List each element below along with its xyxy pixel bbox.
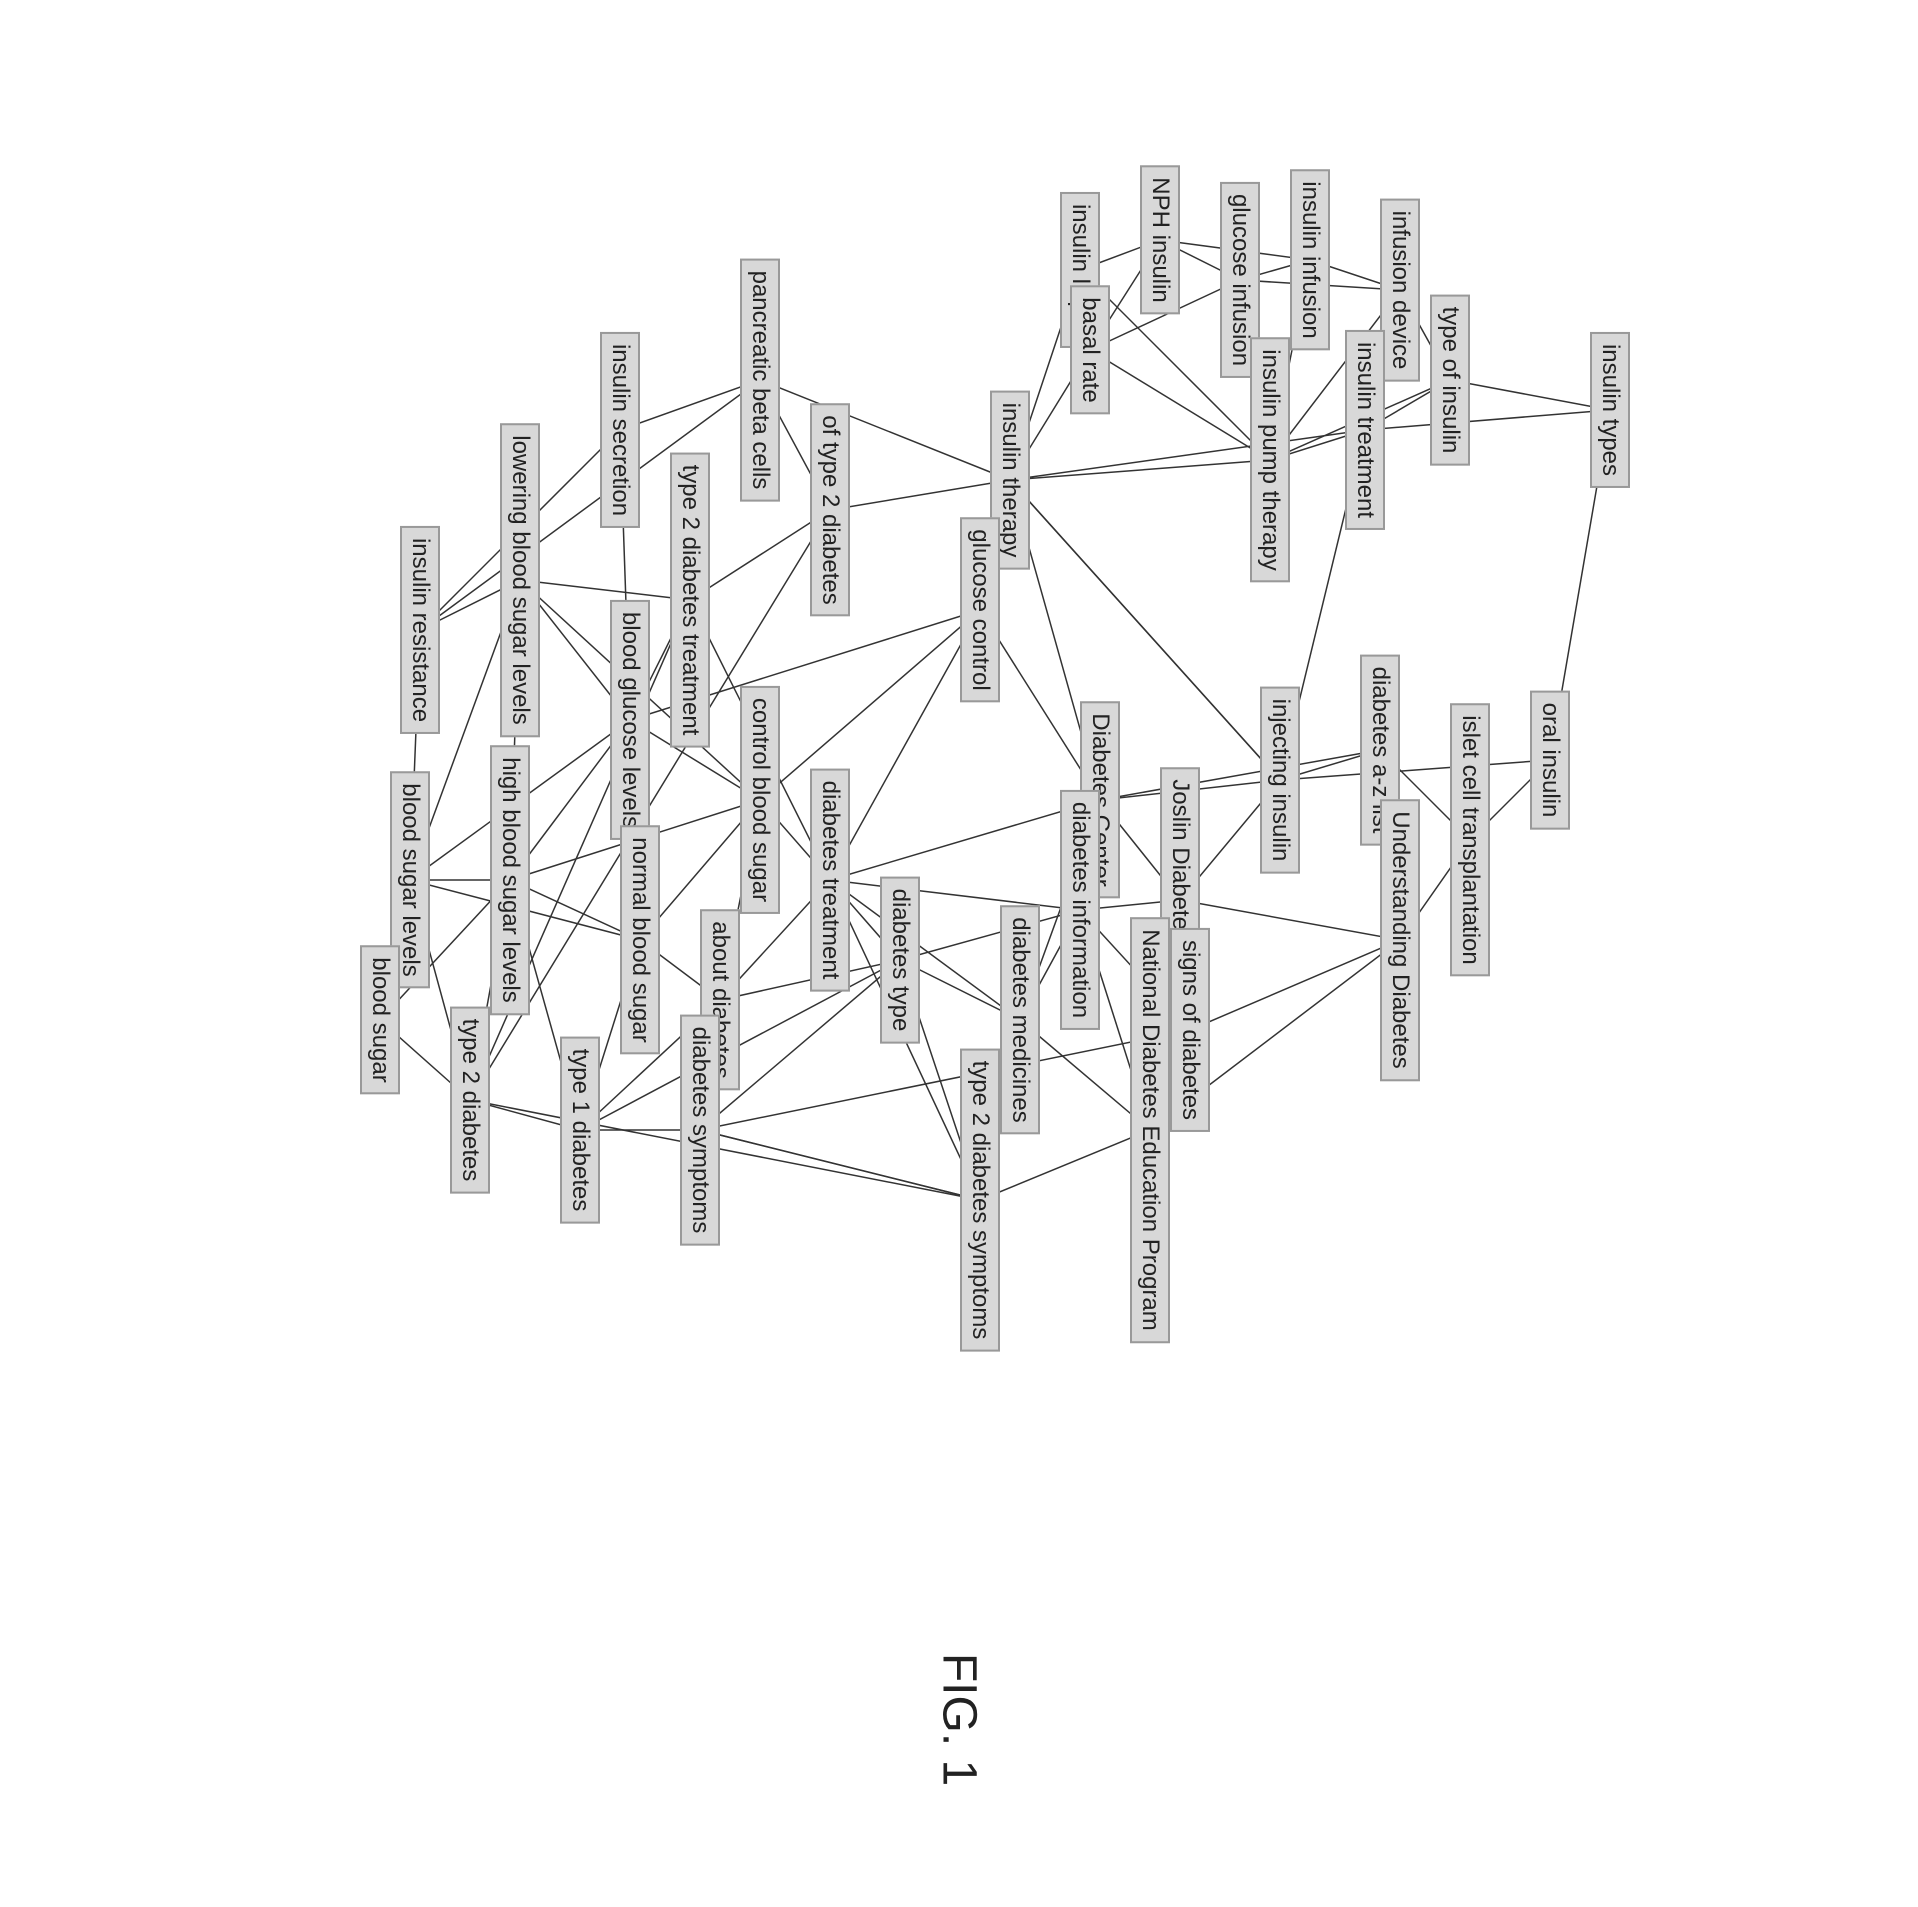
concept-node-label: insulin infusion <box>1297 181 1324 338</box>
concept-node[interactable]: type 2 diabetes treatment <box>670 453 710 748</box>
concept-node-label: insulin therapy <box>997 403 1024 558</box>
concept-node-label: diabetes symptoms <box>687 1027 714 1234</box>
concept-node-label: injecting insulin <box>1267 699 1294 862</box>
concept-node-label: insulin types <box>1597 344 1624 476</box>
concept-node[interactable]: signs of diabetes <box>1170 928 1210 1132</box>
concept-graph: insulin types oral insulin islet cell tran… <box>200 80 1700 1580</box>
concept-node[interactable]: islet cell transplantation <box>1450 703 1490 976</box>
concept-node[interactable]: blood glucose levels <box>610 600 650 840</box>
concept-node-label: diabetes medicines <box>1007 917 1034 1122</box>
concept-node[interactable]: glucose control <box>960 517 1000 702</box>
concept-node-label: oral insulin <box>1537 703 1564 818</box>
concept-node[interactable]: diabetes treatment <box>810 769 850 992</box>
concept-node[interactable]: National Diabetes Education Program <box>1130 917 1170 1343</box>
concept-node[interactable]: type 2 diabetes symptoms <box>960 1049 1000 1352</box>
concept-node-label: type of insulin <box>1437 307 1464 454</box>
concept-node-label: basal rate <box>1077 297 1104 402</box>
concept-node[interactable]: infusion device <box>1380 199 1420 382</box>
concept-node[interactable]: diabetes type <box>880 877 920 1044</box>
concept-node-label: of type 2 diabetes <box>817 415 844 604</box>
concept-node[interactable]: insulin types <box>1590 332 1630 488</box>
concept-node[interactable]: type 2 diabetes <box>450 1007 490 1194</box>
concept-node-label: infusion device <box>1387 211 1414 370</box>
concept-node[interactable]: blood sugar <box>360 945 400 1094</box>
concept-node[interactable]: insulin infusion <box>1290 169 1330 350</box>
concept-node[interactable]: injecting insulin <box>1260 687 1300 874</box>
concept-node[interactable]: diabetes medicines <box>1000 905 1040 1134</box>
concept-node[interactable]: diabetes symptoms <box>680 1015 720 1246</box>
concept-node-label: signs of diabetes <box>1177 940 1204 1120</box>
concept-node[interactable]: high blood sugar levels <box>490 745 530 1015</box>
concept-node-label: lowering blood sugar levels <box>507 435 534 725</box>
concept-node[interactable]: diabetes information <box>1060 790 1100 1030</box>
figure-caption: FIG. 1 <box>932 1653 987 1786</box>
concept-node-label: insulin resistance <box>407 538 434 722</box>
concept-node[interactable]: lowering blood sugar levels <box>500 423 540 737</box>
concept-node[interactable]: type 1 diabetes <box>560 1037 600 1224</box>
concept-node[interactable]: insulin resistance <box>400 526 440 734</box>
concept-node-label: insulin treatment <box>1352 342 1379 518</box>
concept-node-label: control blood sugar <box>747 698 774 902</box>
concept-node[interactable]: type of insulin <box>1430 295 1470 466</box>
concept-node-label: normal blood sugar <box>627 837 654 1042</box>
concept-node[interactable]: normal blood sugar <box>620 825 660 1054</box>
concept-node[interactable]: pancreatic beta cells <box>740 259 780 502</box>
concept-node[interactable]: NPH insulin <box>1140 165 1180 314</box>
concept-node-label: blood sugar <box>367 957 394 1082</box>
concept-node-label: pancreatic beta cells <box>747 271 774 490</box>
concept-node[interactable]: of type 2 diabetes <box>810 403 850 616</box>
concept-node-label: diabetes type <box>887 889 914 1032</box>
concept-node-label: high blood sugar levels <box>497 757 524 1003</box>
concept-node[interactable]: oral insulin <box>1530 691 1570 830</box>
concept-node-label: type 2 diabetes symptoms <box>967 1061 994 1340</box>
concept-node[interactable]: insulin treatment <box>1345 330 1385 530</box>
concept-node-label: National Diabetes Education Program <box>1137 929 1164 1331</box>
concept-node-label: diabetes information <box>1067 802 1094 1018</box>
concept-node-label: diabetes treatment <box>817 781 844 980</box>
concept-node[interactable]: basal rate <box>1070 285 1110 414</box>
concept-node-label: insulin secretion <box>607 344 634 516</box>
concept-node-label: glucose control <box>967 529 994 690</box>
concept-node[interactable]: control blood sugar <box>740 686 780 914</box>
concept-node-label: insulin pump therapy <box>1257 349 1284 570</box>
concept-node-label: type 2 diabetes treatment <box>677 465 704 736</box>
concept-node[interactable]: insulin pump therapy <box>1250 337 1290 582</box>
concept-node-label: blood glucose levels <box>617 612 644 828</box>
concept-node[interactable]: insulin secretion <box>600 332 640 528</box>
concept-node-label: NPH insulin <box>1147 177 1174 302</box>
concept-node-label: type 2 diabetes <box>457 1019 484 1182</box>
concept-node-label: Understanding Diabetes <box>1387 811 1414 1069</box>
concept-node[interactable]: Understanding Diabetes <box>1380 799 1420 1081</box>
concept-node-label: islet cell transplantation <box>1457 715 1484 964</box>
concept-node-label: type 1 diabetes <box>567 1049 594 1212</box>
concept-node-label: blood sugar levels <box>397 783 424 976</box>
